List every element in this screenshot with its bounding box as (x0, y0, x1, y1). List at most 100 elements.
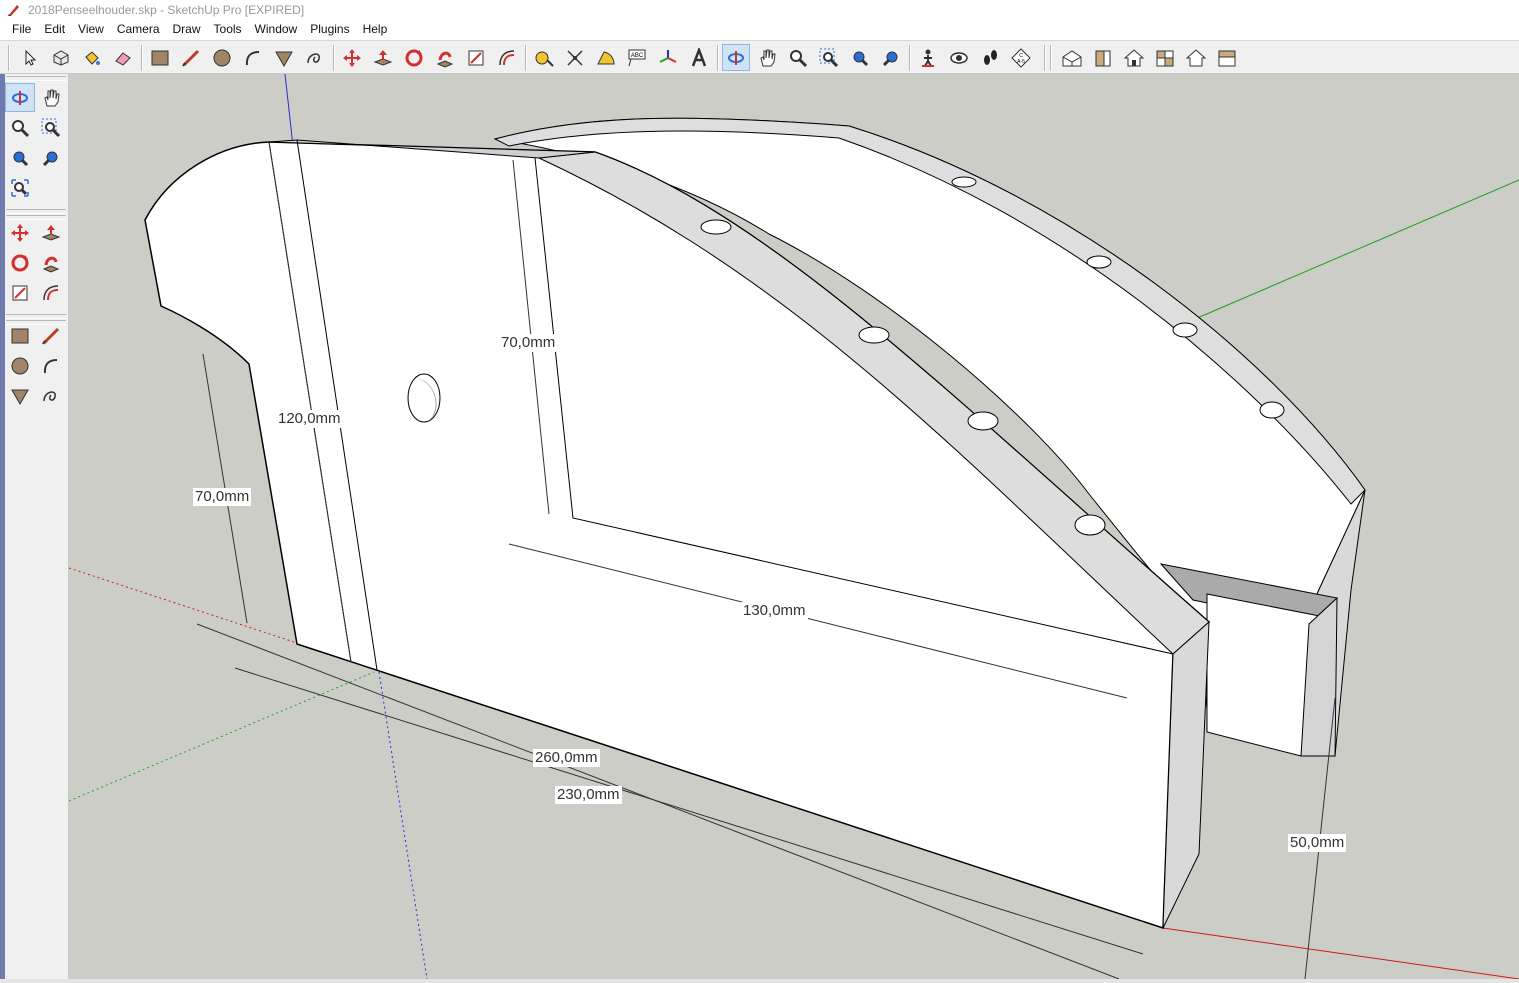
orbit-icon[interactable] (5, 83, 35, 112)
sketchup-logo-icon (6, 2, 22, 18)
toolbar-separator (6, 209, 66, 214)
right-view-icon[interactable] (1151, 44, 1179, 71)
text-icon[interactable]: ABC (623, 44, 651, 71)
window-title: 2018Penseelhouder.skp - SketchUp Pro [EX… (28, 2, 305, 17)
menu-tools[interactable]: Tools (208, 19, 249, 40)
paint-bucket-icon[interactable] (78, 44, 106, 71)
dimension-label: 70,0mm (499, 334, 558, 352)
select-icon[interactable] (16, 44, 44, 71)
circle-icon[interactable] (5, 351, 35, 380)
move-icon[interactable] (5, 218, 35, 247)
polygon-icon[interactable] (5, 381, 35, 410)
push-pull-icon[interactable] (36, 218, 66, 247)
previous-view-icon[interactable] (5, 143, 35, 172)
toolbar-grip (6, 76, 66, 81)
orbit-icon[interactable] (722, 44, 750, 71)
freehand-icon[interactable] (301, 44, 329, 71)
blue-axis-negative (378, 671, 428, 979)
toolbar-separator (333, 45, 335, 71)
drawing-viewport[interactable]: 70,0mm 120,0mm 70,0mm 130,0mm 260,0mm 23… (69, 74, 1519, 979)
status-bar (0, 979, 1519, 983)
circle-icon[interactable] (208, 44, 236, 71)
toolbar-separator (1044, 45, 1046, 71)
offset-icon[interactable] (493, 44, 521, 71)
zoom-window-icon[interactable] (36, 113, 66, 142)
3d-text-icon[interactable] (685, 44, 713, 71)
offset-icon[interactable] (36, 278, 66, 307)
rotate-icon[interactable] (400, 44, 428, 71)
follow-me-icon[interactable] (431, 44, 459, 71)
svg-text:A-5: A-5 (1017, 59, 1025, 65)
rectangle-icon[interactable] (146, 44, 174, 71)
arc-icon[interactable] (36, 351, 66, 380)
left-view-icon[interactable] (1213, 44, 1241, 71)
dimension-label: 130,0mm (741, 602, 808, 620)
toolbar-separator (717, 45, 719, 71)
line-icon[interactable] (36, 321, 66, 350)
scale-icon[interactable] (462, 44, 490, 71)
walk-icon[interactable] (976, 44, 1004, 71)
eraser-icon[interactable] (109, 44, 137, 71)
axes-icon[interactable] (654, 44, 682, 71)
previous-view-icon[interactable] (846, 44, 874, 71)
zoom-icon[interactable] (5, 113, 35, 142)
toolbar-separator (909, 45, 911, 71)
red-axis (1162, 927, 1519, 979)
freehand-icon[interactable] (36, 381, 66, 410)
menu-plugins[interactable]: Plugins (304, 19, 356, 40)
scale-icon[interactable] (5, 278, 35, 307)
look-around-icon[interactable] (945, 44, 973, 71)
toolbar-grip (8, 45, 10, 71)
polygon-icon[interactable] (270, 44, 298, 71)
menu-draw[interactable]: Draw (167, 19, 208, 40)
push-pull-icon[interactable] (369, 44, 397, 71)
iso-view-icon[interactable] (1058, 44, 1086, 71)
next-view-icon[interactable] (36, 143, 66, 172)
svg-text:ABC: ABC (631, 53, 644, 59)
toolbar-grip (1050, 45, 1052, 71)
dimension-label: 120,0mm (276, 410, 343, 428)
toolbar-edge (0, 74, 5, 979)
menu-camera[interactable]: Camera (111, 19, 167, 40)
back-view-icon[interactable] (1182, 44, 1210, 71)
tape-measure-icon[interactable] (530, 44, 558, 71)
front-view-icon[interactable] (1089, 44, 1117, 71)
left-toolbar (0, 74, 69, 979)
rotate-icon[interactable] (5, 248, 35, 277)
title-bar: 2018Penseelhouder.skp - SketchUp Pro [EX… (0, 0, 1519, 19)
zoom-extents-icon[interactable] (5, 173, 35, 202)
dimension-label: 70,0mm (193, 488, 252, 506)
dimension-icon[interactable] (561, 44, 589, 71)
make-component-icon[interactable] (47, 44, 75, 71)
main-toolbar: ABC C A-5 (0, 40, 1519, 74)
menu-bar: File Edit View Camera Draw Tools Window … (0, 19, 1519, 40)
line-icon[interactable] (177, 44, 205, 71)
pan-icon[interactable] (753, 44, 781, 71)
dimension-label: 230,0mm (555, 786, 622, 804)
zoom-window-icon[interactable] (815, 44, 843, 71)
dimension-label: 260,0mm (533, 749, 600, 767)
zoom-icon[interactable] (784, 44, 812, 71)
toolbar-separator (525, 45, 527, 71)
section-plane-icon[interactable]: C A-5 (1007, 44, 1035, 71)
arc-icon[interactable] (239, 44, 267, 71)
green-axis (1194, 179, 1519, 320)
green-axis-negative (69, 671, 375, 802)
menu-help[interactable]: Help (357, 19, 395, 40)
blue-axis (284, 74, 294, 147)
menu-file[interactable]: File (6, 19, 38, 40)
move-icon[interactable] (338, 44, 366, 71)
menu-view[interactable]: View (72, 19, 111, 40)
menu-window[interactable]: Window (249, 19, 305, 40)
position-camera-icon[interactable] (914, 44, 942, 71)
dimension-label: 50,0mm (1288, 834, 1347, 852)
follow-me-icon[interactable] (36, 248, 66, 277)
pan-icon[interactable] (36, 83, 66, 112)
protractor-icon[interactable] (592, 44, 620, 71)
menu-edit[interactable]: Edit (38, 19, 72, 40)
rectangle-icon[interactable] (5, 321, 35, 350)
top-view-icon[interactable] (1120, 44, 1148, 71)
toolbar-separator (141, 45, 143, 71)
next-view-icon[interactable] (877, 44, 905, 71)
toolbar-separator (6, 314, 66, 319)
